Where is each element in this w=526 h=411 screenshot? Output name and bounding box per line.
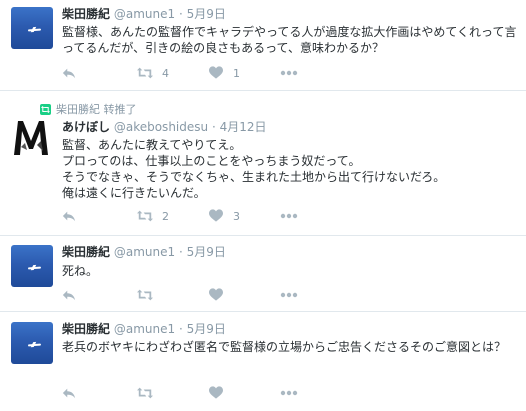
retweet-icon[interactable]: [137, 288, 153, 302]
more-icon[interactable]: [280, 213, 298, 219]
retweet-icon[interactable]: [137, 209, 153, 223]
heart-icon[interactable]: [209, 66, 223, 79]
retweet-icon[interactable]: [137, 66, 153, 80]
more-icon[interactable]: [280, 292, 298, 298]
tweet-3[interactable]: 柴田勝紀 @amune1 · 5月9日 死ね。: [0, 236, 526, 312]
tweet-text: 監督、あんたに教えてやりてえ。 プロってのは、仕事以上のことをやっちまう奴だって…: [62, 138, 446, 200]
avatar[interactable]: [11, 322, 53, 364]
tweet-1[interactable]: 柴田勝紀 @amune1 · 5月9日 監督様、あんたの監督作でキャラデやってる…: [0, 0, 526, 91]
tweet-header: あけぼし @akeboshidesu · 4月12日: [62, 120, 267, 135]
display-name[interactable]: 柴田勝紀: [62, 245, 110, 259]
retweet-count: 2: [162, 210, 169, 223]
timestamp[interactable]: 5月9日: [187, 322, 226, 336]
avatar[interactable]: [11, 117, 53, 159]
tweet-header: 柴田勝紀 @amune1 · 5月9日: [62, 322, 226, 337]
reply-icon[interactable]: [62, 66, 76, 80]
separator: ·: [178, 7, 183, 21]
user-handle[interactable]: @akeboshidesu: [114, 120, 208, 134]
more-icon[interactable]: [280, 390, 298, 396]
tweet-text: 死ね。: [62, 264, 99, 278]
display-name[interactable]: あけぼし: [62, 120, 110, 134]
more-icon[interactable]: [280, 70, 298, 76]
heart-icon[interactable]: [209, 209, 223, 222]
timestamp[interactable]: 5月9日: [187, 7, 226, 21]
display-name[interactable]: 柴田勝紀: [62, 322, 110, 336]
like-count: 1: [233, 67, 240, 80]
retweet-icon[interactable]: [137, 386, 153, 400]
separator: ·: [178, 322, 183, 336]
separator: ·: [211, 120, 216, 134]
avatar[interactable]: [11, 7, 53, 49]
like-count: 3: [233, 210, 240, 223]
tweet-4[interactable]: 柴田勝紀 @amune1 · 5月9日 老兵のボヤキにわざわざ匿名で監督様の立場…: [0, 312, 526, 411]
separator: ·: [178, 245, 183, 259]
avatar[interactable]: [11, 245, 53, 287]
tweet-text: 老兵のボヤキにわざわざ匿名で監督様の立場からご忠告くださるそのご意図とは？: [62, 340, 507, 354]
tweet-text: 監督様、あんたの監督作でキャラデやってる人が過度な拡大作画はやめてくれって言って…: [62, 25, 517, 55]
reply-icon[interactable]: [62, 209, 76, 223]
user-handle[interactable]: @amune1: [114, 7, 175, 21]
display-name[interactable]: 柴田勝紀: [62, 7, 110, 21]
heart-icon[interactable]: [209, 288, 223, 301]
tweet-2[interactable]: あけぼし @akeboshidesu · 4月12日 監督、あんたに教えてやりて…: [0, 91, 526, 236]
tweet-header: 柴田勝紀 @amune1 · 5月9日: [62, 245, 226, 260]
avatar-logo: [14, 121, 48, 155]
reply-icon[interactable]: [62, 288, 76, 302]
tweet-header: 柴田勝紀 @amune1 · 5月9日: [62, 7, 226, 22]
user-handle[interactable]: @amune1: [114, 322, 175, 336]
heart-icon[interactable]: [209, 386, 223, 399]
reply-icon[interactable]: [62, 386, 76, 400]
user-handle[interactable]: @amune1: [114, 245, 175, 259]
retweet-count: 4: [162, 67, 169, 80]
timestamp[interactable]: 4月12日: [220, 120, 267, 134]
timestamp[interactable]: 5月9日: [187, 245, 226, 259]
